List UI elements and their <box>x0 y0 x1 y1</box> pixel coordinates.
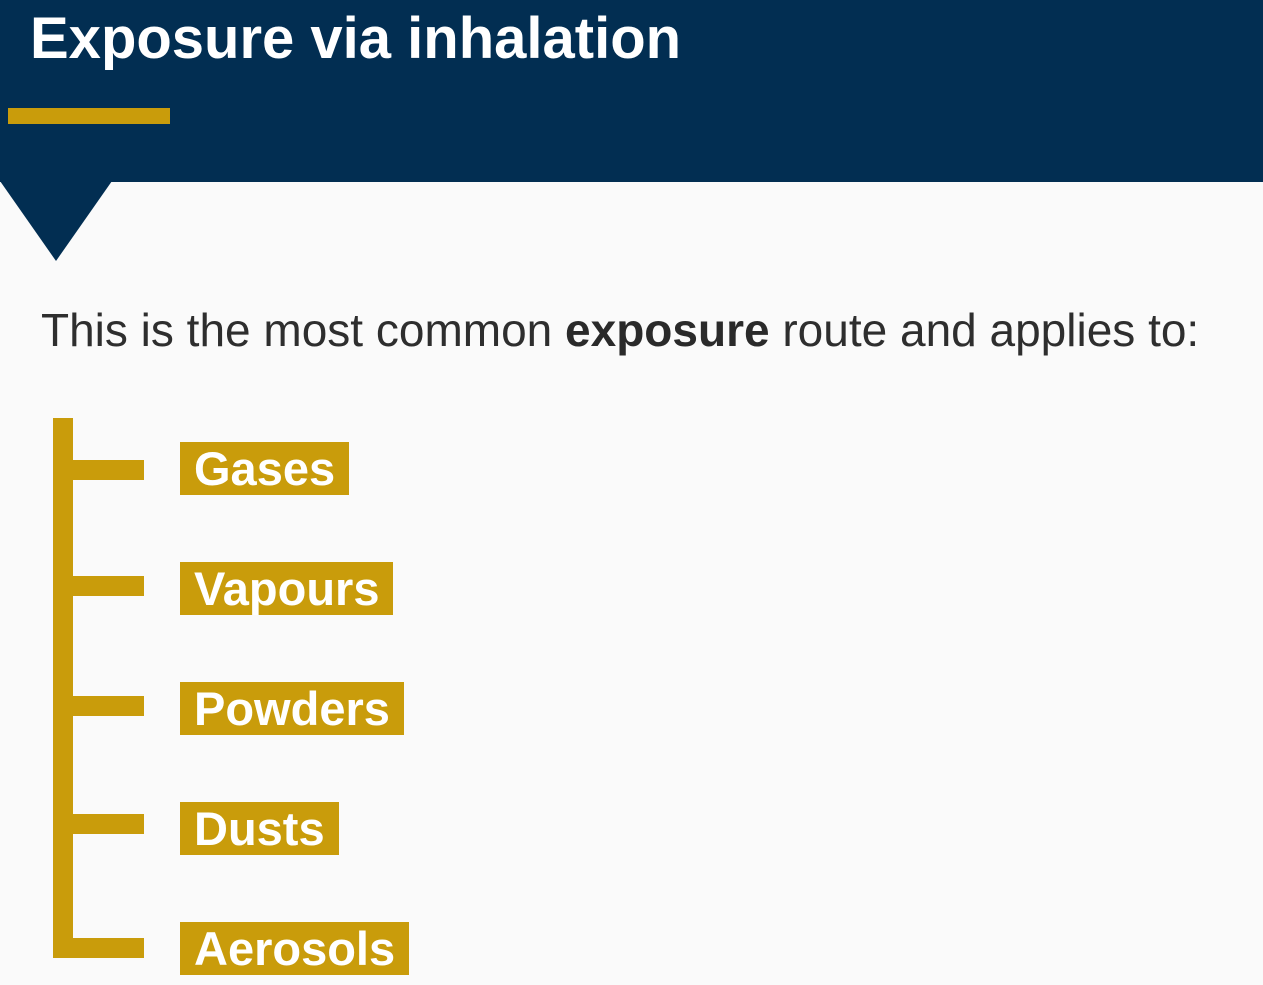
intro-text-emphasis: exposure <box>565 304 770 356</box>
list-item-aerosols: Aerosols <box>180 922 410 975</box>
list-item-gases: Gases <box>180 442 350 495</box>
header-pointer-triangle <box>0 181 112 261</box>
intro-text-start: This is the most common <box>41 304 566 356</box>
list-branch-connector <box>53 460 144 480</box>
intro-text-end: route and applies to: <box>769 304 1200 356</box>
list-branch-connector <box>53 938 144 958</box>
list-branch-connector <box>53 696 144 716</box>
list-tree-spine <box>53 418 73 958</box>
page-title: Exposure via inhalation <box>30 6 682 71</box>
list-branch-connector <box>53 576 144 596</box>
list-branch-connector <box>53 814 144 834</box>
header-banner: Exposure via inhalation <box>0 0 1263 182</box>
list-item-dusts: Dusts <box>180 802 339 855</box>
intro-text: This is the most common exposure route a… <box>41 302 1199 358</box>
title-accent-bar <box>8 108 170 124</box>
list-item-vapours: Vapours <box>180 562 394 615</box>
list-item-powders: Powders <box>180 682 404 735</box>
